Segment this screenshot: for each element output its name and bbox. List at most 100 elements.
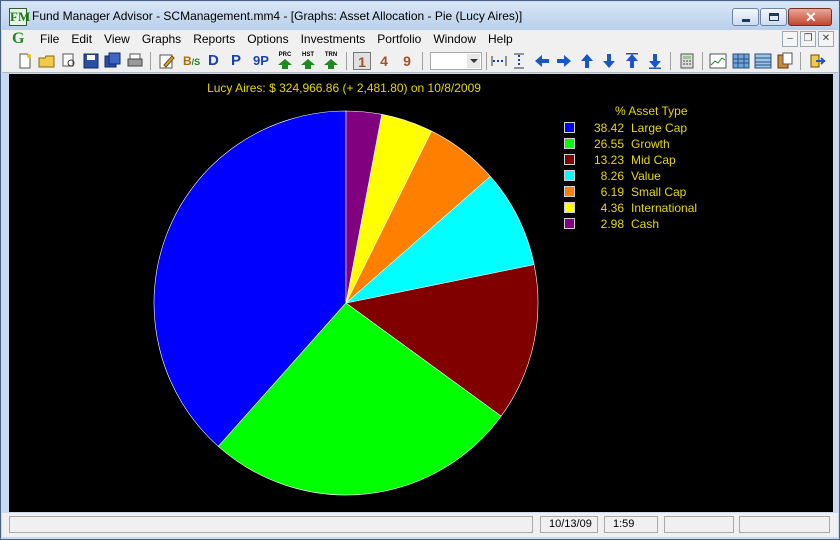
print-preview-icon[interactable] <box>60 52 78 70</box>
status-date: 10/13/09 <box>540 516 598 533</box>
app-window: FM Fund Manager Advisor - SCManagement.m… <box>0 0 840 540</box>
legend-swatch <box>564 218 575 229</box>
toolbar-separator <box>346 52 347 70</box>
mdi-close-button[interactable]: ✕ <box>818 31 834 47</box>
title-bar[interactable]: FM Fund Manager Advisor - SCManagement.m… <box>2 2 838 30</box>
prc-label: PRC <box>278 52 292 58</box>
edit-icon[interactable] <box>158 52 176 70</box>
menu-reports[interactable]: Reports <box>193 32 235 46</box>
legend-percent: 38.42 <box>593 121 624 135</box>
toolbar-separator <box>486 52 487 70</box>
status-message-panel <box>9 516 533 533</box>
open-folder-icon[interactable] <box>38 52 56 70</box>
menu-window[interactable]: Window <box>433 32 476 46</box>
menu-bar: G File Edit View Graphs Reports Options … <box>2 30 838 49</box>
legend-label: Value <box>631 169 661 183</box>
legend-percent: 26.55 <box>593 137 624 151</box>
status-panel-empty <box>664 516 734 533</box>
chevron-down-icon[interactable] <box>467 54 480 68</box>
arrow-down-icon[interactable] <box>600 52 618 70</box>
app-logo-icon[interactable]: FM <box>9 8 30 26</box>
window-title: Fund Manager Advisor - SCManagement.mm4 … <box>32 9 523 23</box>
arrow-left-icon[interactable] <box>533 52 551 70</box>
arrow-up-icon[interactable] <box>578 52 596 70</box>
legend-label: Small Cap <box>631 185 687 199</box>
arrow-right-icon[interactable] <box>555 52 573 70</box>
save-icon[interactable] <box>82 52 100 70</box>
legend-label: Mid Cap <box>631 153 676 167</box>
toolbar: B/S D P 9P PRC HST TRN 1 4 9 <box>2 49 838 73</box>
hst-button[interactable]: HST <box>299 52 317 70</box>
move-down-icon[interactable] <box>646 52 664 70</box>
up-arrow-icon <box>301 59 315 69</box>
graph-panel: Lucy Aires: $ 324,966.86 (+ 2,481.80) on… <box>9 74 833 512</box>
legend-swatch <box>564 202 575 213</box>
period-1-button[interactable]: 1 <box>353 52 371 70</box>
legend-item: 13.23 Mid Cap <box>563 152 763 168</box>
status-time: 1:59 <box>604 516 658 533</box>
legend-percent: 6.19 <box>600 185 624 199</box>
exit-icon[interactable] <box>808 52 826 70</box>
up-arrow-icon <box>324 59 338 69</box>
toolbar-separator <box>422 52 423 70</box>
legend-swatch <box>564 170 575 181</box>
toolbar-combo[interactable] <box>430 52 482 70</box>
toolbar-9p-button[interactable]: 9P <box>253 52 269 70</box>
legend-swatch <box>564 186 575 197</box>
toolbar-p-button[interactable]: P <box>231 52 241 70</box>
minimize-button[interactable] <box>732 8 759 26</box>
legend-swatch <box>564 154 575 165</box>
menu-edit[interactable]: Edit <box>71 32 92 46</box>
calculator-icon[interactable] <box>678 52 696 70</box>
toolbar-separator <box>800 52 801 70</box>
legend-header: % Asset Type <box>615 104 688 118</box>
legend-label: Cash <box>631 217 660 231</box>
menu-portfolio[interactable]: Portfolio <box>377 32 421 46</box>
menu-view[interactable]: View <box>104 32 130 46</box>
menu-graphs[interactable]: Graphs <box>142 32 181 46</box>
legend-label: Large Cap <box>631 121 688 135</box>
grid-view-icon[interactable] <box>732 52 750 70</box>
toolbar-separator <box>702 52 703 70</box>
maximize-button[interactable] <box>760 8 787 26</box>
legend-item: 8.26 Value <box>563 168 763 184</box>
move-up-icon[interactable] <box>623 52 641 70</box>
status-bar: 10/13/09 1:59 <box>2 513 838 537</box>
menu-investments[interactable]: Investments <box>301 32 366 46</box>
menu-file[interactable]: File <box>40 32 59 46</box>
trn-button[interactable]: TRN <box>322 52 340 70</box>
close-button[interactable]: ✕ <box>788 8 832 26</box>
toolbar-separator <box>670 52 671 70</box>
save-all-icon[interactable] <box>104 52 122 70</box>
toolbar-separator <box>150 52 151 70</box>
period-9-button[interactable]: 9 <box>398 52 416 70</box>
line-chart-icon[interactable] <box>709 52 727 70</box>
copy-clipboard-icon[interactable] <box>776 52 794 70</box>
expand-horizontal-icon[interactable] <box>490 52 508 70</box>
new-file-icon[interactable] <box>16 52 34 70</box>
print-icon[interactable] <box>126 52 144 70</box>
period-4-button[interactable]: 4 <box>375 52 393 70</box>
minimize-icon <box>742 19 750 22</box>
legend-item: 2.98 Cash <box>563 216 763 232</box>
up-arrow-icon <box>278 59 292 69</box>
expand-vertical-icon[interactable] <box>510 52 528 70</box>
legend-percent: 13.23 <box>593 153 624 167</box>
status-panel-empty <box>739 516 830 533</box>
menu-help[interactable]: Help <box>488 32 513 46</box>
legend-item: 38.42 Large Cap <box>563 120 763 136</box>
legend-swatch <box>564 122 575 133</box>
close-icon: ✕ <box>805 9 817 25</box>
menu-logo-icon[interactable]: G <box>12 30 24 48</box>
toolbar-d-button[interactable]: D <box>208 52 219 70</box>
prc-button[interactable]: PRC <box>276 52 294 70</box>
legend-item: 26.55 Growth <box>563 136 763 152</box>
table-view-icon[interactable] <box>754 52 772 70</box>
hst-label: HST <box>302 52 314 58</box>
menu-options[interactable]: Options <box>247 32 288 46</box>
legend-percent: 8.26 <box>600 169 624 183</box>
mdi-minimize-button[interactable]: – <box>782 31 798 47</box>
mdi-restore-button[interactable]: ❐ <box>800 31 816 47</box>
buy-sell-icon[interactable]: B/S <box>183 52 200 70</box>
legend-label: International <box>631 201 698 215</box>
